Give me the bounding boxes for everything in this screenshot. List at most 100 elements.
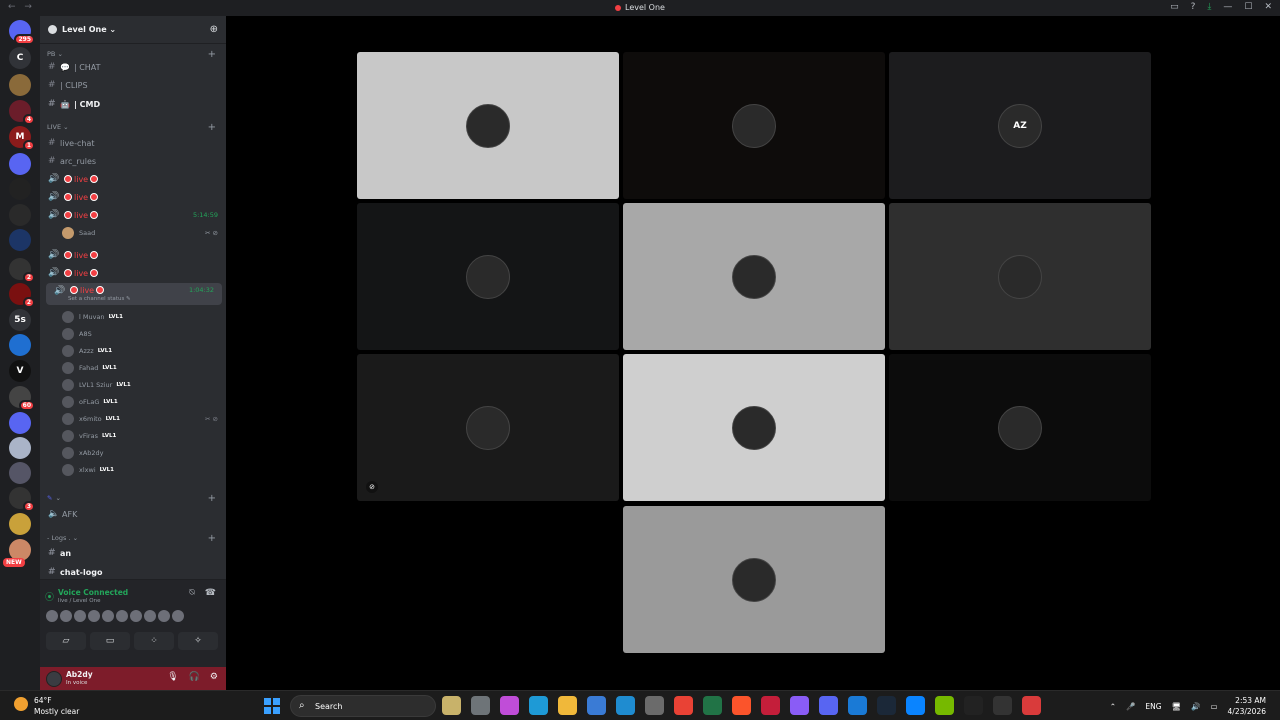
server-name[interactable]: Level One ⌄ — [62, 25, 116, 34]
microphone-icon[interactable]: 🎙 — [167, 672, 178, 682]
category-misc[interactable]: ✎ ⌄ + — [40, 490, 226, 506]
server-icon[interactable]: NEW — [3, 539, 31, 567]
windows-start-icon[interactable] — [264, 698, 280, 714]
server-icon[interactable] — [9, 178, 31, 200]
video-tile[interactable] — [623, 506, 885, 653]
battery-icon[interactable]: ▭ — [1210, 702, 1217, 711]
video-tile[interactable] — [889, 203, 1151, 350]
taskbar-app-icon[interactable] — [732, 696, 751, 715]
voice-user[interactable]: xlxwi LVL1 — [40, 462, 226, 478]
video-tile[interactable] — [357, 52, 619, 199]
headphones-icon[interactable]: 🎧 — [189, 672, 200, 682]
channel-an[interactable]: # an — [40, 545, 226, 561]
taskbar-app-icon[interactable] — [703, 696, 722, 715]
add-channel-icon[interactable]: + — [208, 49, 216, 60]
microphone-icon[interactable]: 🎤 — [1126, 702, 1135, 711]
voice-user[interactable]: Fahad LVL1 — [40, 360, 226, 376]
server-icon[interactable] — [9, 334, 31, 356]
voice-user[interactable]: xAb2dy — [40, 445, 226, 461]
taskbar-app-icon[interactable] — [587, 696, 606, 715]
signal-icon[interactable]: ⦿ — [45, 590, 54, 603]
taskbar-app-icon[interactable] — [848, 696, 867, 715]
taskbar-app-icon[interactable] — [471, 696, 490, 715]
channel-live-chat[interactable]: # live-chat — [40, 135, 226, 151]
voice-channel-live[interactable]: 🔊 live — [40, 171, 226, 187]
avatar[interactable] — [102, 610, 114, 622]
screen-share-button[interactable]: ▭ — [90, 632, 130, 650]
avatar[interactable] — [74, 610, 86, 622]
taskbar-app-icon[interactable] — [964, 696, 983, 715]
server-icon[interactable] — [9, 412, 31, 434]
video-tile[interactable] — [623, 203, 885, 350]
voice-channel-live-active[interactable]: 🔊 live 1:04:32 Set a channel status ✎ — [46, 283, 222, 305]
noise-suppression-icon[interactable]: ⍉ — [189, 588, 194, 598]
avatar[interactable] — [158, 610, 170, 622]
voice-user-saad[interactable]: Saad ✂ ⊘ — [40, 225, 226, 241]
voice-channel-live[interactable]: 🔊 live — [40, 247, 226, 263]
voice-user[interactable]: LVL1 Sziur LVL1 — [40, 377, 226, 393]
taskbar-app-icon[interactable] — [529, 696, 548, 715]
avatar[interactable] — [116, 610, 128, 622]
server-icon[interactable]: 2 — [9, 258, 35, 283]
taskbar-app-icon[interactable] — [1022, 696, 1041, 715]
add-channel-icon[interactable]: + — [208, 122, 216, 133]
download-icon[interactable]: ⤓ — [1207, 2, 1211, 12]
server-icon[interactable]: 3 — [9, 487, 35, 512]
voice-channel-path[interactable]: live / Level One — [58, 598, 101, 604]
server-icon[interactable]: 295 — [9, 20, 35, 45]
channel-chat-logo[interactable]: # chat-logo — [40, 564, 226, 580]
taskbar-app-icon[interactable] — [674, 696, 693, 715]
clock[interactable]: 2:53 AM 4/23/2026 — [1228, 695, 1266, 717]
server-icon[interactable]: 5s — [9, 309, 31, 331]
server-icon[interactable]: 60 — [9, 386, 35, 411]
taskbar-search[interactable]: ⌕ Search — [290, 695, 436, 717]
taskbar-app-icon[interactable] — [790, 696, 809, 715]
disconnect-icon[interactable]: ☎ — [205, 588, 216, 598]
taskbar-app-icon[interactable] — [906, 696, 925, 715]
username[interactable]: Ab2dy — [66, 670, 93, 679]
voice-user[interactable]: Azzz LVL1 — [40, 343, 226, 359]
taskbar-app-icon[interactable] — [645, 696, 664, 715]
network-icon[interactable]: 🖥 — [1172, 702, 1182, 711]
channel-clips[interactable]: # | CLIPS — [40, 77, 226, 93]
maximize-button[interactable]: ☐ — [1244, 2, 1252, 12]
voice-channel-afk[interactable]: 🔈 AFK — [40, 506, 226, 522]
taskbar-app-icon[interactable] — [993, 696, 1012, 715]
taskbar-app-icon[interactable] — [442, 696, 461, 715]
add-channel-icon[interactable]: + — [208, 493, 216, 504]
inbox-icon[interactable]: ▭ — [1170, 2, 1179, 12]
server-header[interactable]: Level One ⌄ ⊕ — [40, 16, 226, 44]
volume-icon[interactable]: 🔊 — [1191, 702, 1200, 711]
server-icon[interactable]: V — [9, 360, 31, 382]
server-icon[interactable] — [9, 229, 31, 251]
minimize-button[interactable]: — — [1223, 2, 1232, 12]
voice-channel-live[interactable]: 🔊 live — [40, 189, 226, 205]
video-tile[interactable]: AZ — [889, 52, 1151, 199]
activities-button[interactable]: ⁘ — [134, 632, 174, 650]
channel-cmd[interactable]: # 🤖 | CMD — [40, 96, 226, 112]
soundboard-button[interactable]: ✧ — [178, 632, 218, 650]
channel-chat[interactable]: # 💬 | CHAT — [40, 59, 226, 75]
add-member-icon[interactable]: ⊕ — [210, 24, 218, 35]
avatar[interactable] — [88, 610, 100, 622]
channel-arc-rules[interactable]: # arc_rules — [40, 153, 226, 169]
taskbar-app-icon[interactable] — [877, 696, 896, 715]
taskbar-app-icon[interactable] — [616, 696, 635, 715]
language-indicator[interactable]: ENG — [1145, 702, 1161, 711]
taskbar-app-icon[interactable] — [935, 696, 954, 715]
video-tile[interactable] — [623, 354, 885, 501]
category-live[interactable]: LIVE ⌄ + — [40, 119, 226, 135]
avatar[interactable] — [130, 610, 142, 622]
server-icon[interactable]: M1 — [9, 126, 35, 151]
voice-channel-live[interactable]: 🔊 live 5:14:59 — [40, 207, 226, 223]
video-tile[interactable] — [357, 203, 619, 350]
voice-user[interactable]: vFiras LVL1 — [40, 428, 226, 444]
settings-gear-icon[interactable]: ⚙ — [210, 672, 218, 682]
chevron-up-icon[interactable]: ⌃ — [1110, 702, 1116, 711]
server-icon[interactable] — [9, 513, 31, 535]
voice-status-title[interactable]: Voice Connected — [58, 588, 128, 597]
server-icon[interactable] — [9, 153, 31, 175]
taskbar-app-icon[interactable] — [819, 696, 838, 715]
help-icon[interactable]: ? — [1191, 2, 1196, 12]
taskbar-app-icon[interactable] — [558, 696, 577, 715]
